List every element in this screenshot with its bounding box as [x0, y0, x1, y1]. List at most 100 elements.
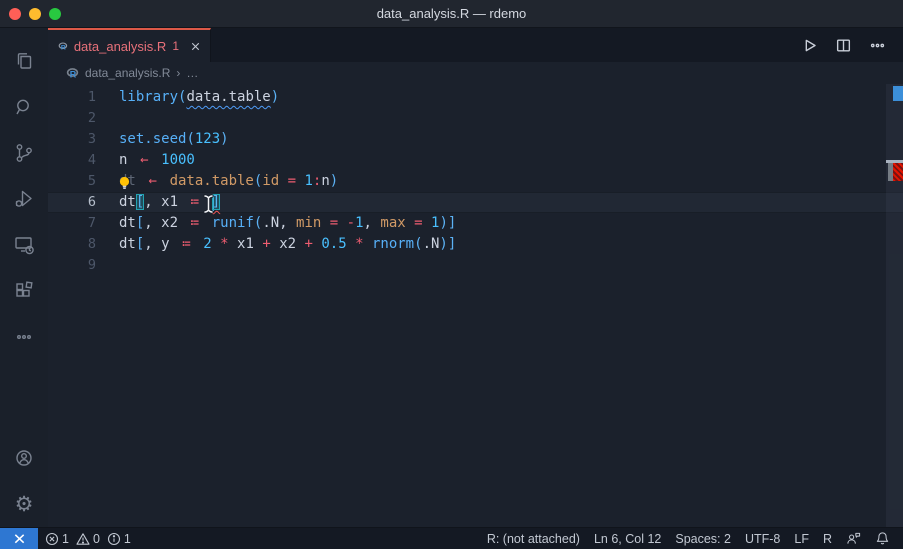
- code-line[interactable]: 1library(data.table): [48, 87, 903, 108]
- breadcrumb-file[interactable]: data_analysis.R: [85, 66, 170, 80]
- more-icon[interactable]: [0, 314, 48, 360]
- code-editor[interactable]: 1library(data.table)23set.seed(123)4n ← …: [48, 84, 903, 527]
- feedback-icon[interactable]: [839, 531, 868, 546]
- remote-explorer-icon[interactable]: [0, 222, 48, 268]
- search-icon[interactable]: [0, 84, 48, 130]
- code-token: ): [439, 215, 447, 231]
- bell-icon[interactable]: [868, 531, 897, 546]
- more-actions-button[interactable]: [865, 33, 889, 57]
- code-token: [203, 215, 211, 231]
- svg-text:R: R: [61, 44, 66, 51]
- code-token: ): [220, 131, 228, 147]
- remote-indicator-icon[interactable]: [0, 528, 38, 549]
- info-icon: [107, 532, 121, 546]
- run-debug-icon[interactable]: [0, 176, 48, 222]
- warning-icon: [76, 532, 90, 546]
- code-token: ←: [136, 150, 153, 171]
- code-line[interactable]: 8dt[, y ≔ 2 * x1 + x2 + 0.5 * rnorm(.N)]: [48, 234, 903, 255]
- code-token: -: [347, 215, 355, 231]
- code-text: dt[, x1 ≔ ]: [96, 192, 220, 213]
- line-number[interactable]: 1: [48, 87, 96, 108]
- line-number[interactable]: 7: [48, 213, 96, 234]
- tab-data-analysis[interactable]: R data_analysis.R 1: [48, 28, 211, 62]
- code-token: ≔: [186, 192, 203, 213]
- info-count: 1: [124, 532, 131, 546]
- code-token: =: [330, 215, 338, 231]
- code-line[interactable]: 9: [48, 255, 903, 276]
- code-token: x1: [229, 236, 263, 252]
- breadcrumb-separator: ›: [176, 66, 180, 80]
- code-token: [153, 152, 161, 168]
- warning-count: 0: [93, 532, 100, 546]
- code-token: +: [304, 236, 312, 252]
- line-number[interactable]: 4: [48, 150, 96, 171]
- line-number[interactable]: 6: [48, 192, 96, 213]
- account-icon[interactable]: [0, 435, 48, 481]
- code-token: library: [119, 89, 178, 105]
- code-line[interactable]: 4n ← 1000: [48, 150, 903, 171]
- traffic-lights: [9, 8, 61, 20]
- code-text: library(data.table): [96, 87, 279, 108]
- code-line[interactable]: 5dt ← data.table(id = 1:n): [48, 171, 903, 192]
- code-token: [212, 236, 220, 252]
- explorer-icon[interactable]: [0, 38, 48, 84]
- code-line[interactable]: 6dt[, x1 ≔ ]: [48, 192, 903, 213]
- close-icon[interactable]: [189, 40, 202, 53]
- breadcrumb-symbol[interactable]: …: [186, 66, 198, 80]
- run-button[interactable]: [797, 33, 821, 57]
- eol-status[interactable]: LF: [787, 532, 816, 546]
- indentation-status[interactable]: Spaces: 2: [668, 532, 738, 546]
- status-bar: 1 0 1 R: (not attached) Ln 6, Col 12 Spa…: [0, 527, 903, 549]
- tab-bar: R data_analysis.R 1: [48, 28, 903, 62]
- scrollbar-track[interactable]: [886, 84, 903, 527]
- settings-gear-icon[interactable]: ⚙: [0, 481, 48, 527]
- error-count: 1: [62, 532, 69, 546]
- zoom-window-button[interactable]: [49, 8, 61, 20]
- code-text: dt[, y ≔ 2 * x1 + x2 + 0.5 * rnorm(.N)]: [96, 234, 456, 255]
- code-token: ≔: [186, 213, 203, 234]
- cursor-position-status[interactable]: Ln 6, Col 12: [587, 532, 668, 546]
- code-token: ]: [448, 215, 456, 231]
- line-number[interactable]: 3: [48, 129, 96, 150]
- source-control-icon[interactable]: [0, 130, 48, 176]
- code-token: n: [321, 173, 329, 189]
- code-text: set.seed(123): [96, 129, 229, 150]
- tab-problem-badge: 1: [172, 39, 179, 53]
- breadcrumb: R data_analysis.R › …: [48, 62, 903, 84]
- lightbulb-icon[interactable]: [116, 175, 133, 192]
- svg-text:R: R: [70, 69, 77, 79]
- code-token: ,: [364, 215, 381, 231]
- r-session-status[interactable]: R: (not attached): [480, 532, 587, 546]
- code-token: .N: [423, 236, 440, 252]
- r-language-icon: R: [66, 67, 79, 80]
- code-token: , x1: [144, 194, 186, 210]
- code-line[interactable]: 2: [48, 108, 903, 129]
- line-number[interactable]: 8: [48, 234, 96, 255]
- line-number[interactable]: 9: [48, 255, 96, 276]
- code-token: [364, 236, 372, 252]
- code-token: [423, 215, 431, 231]
- split-editor-button[interactable]: [831, 33, 855, 57]
- line-number[interactable]: 5: [48, 171, 96, 192]
- code-token: min: [296, 215, 321, 231]
- overview-error-marker: [893, 163, 903, 181]
- code-token: *: [355, 236, 363, 252]
- line-number[interactable]: 2: [48, 108, 96, 129]
- code-token: [136, 173, 144, 189]
- language-mode-status[interactable]: R: [816, 532, 839, 546]
- code-text: dt[, x2 ≔ runif(.N, min = -1, max = 1)]: [96, 213, 456, 234]
- status-bar-right: R: (not attached) Ln 6, Col 12 Spaces: 2…: [480, 531, 903, 546]
- code-token: dt: [119, 194, 136, 210]
- close-window-button[interactable]: [9, 8, 21, 20]
- code-token: [279, 173, 287, 189]
- code-line[interactable]: 3set.seed(123): [48, 129, 903, 150]
- encoding-status[interactable]: UTF-8: [738, 532, 787, 546]
- window-title: data_analysis.R — rdemo: [0, 6, 903, 21]
- extensions-icon[interactable]: [0, 268, 48, 314]
- tab-label: data_analysis.R: [74, 39, 167, 54]
- code-lines: 1library(data.table)23set.seed(123)4n ← …: [48, 84, 903, 276]
- code-token: 1: [355, 215, 363, 231]
- code-line[interactable]: 7dt[, x2 ≔ runif(.N, min = -1, max = 1)]: [48, 213, 903, 234]
- problems-status[interactable]: 1 0 1: [38, 528, 138, 549]
- minimize-window-button[interactable]: [29, 8, 41, 20]
